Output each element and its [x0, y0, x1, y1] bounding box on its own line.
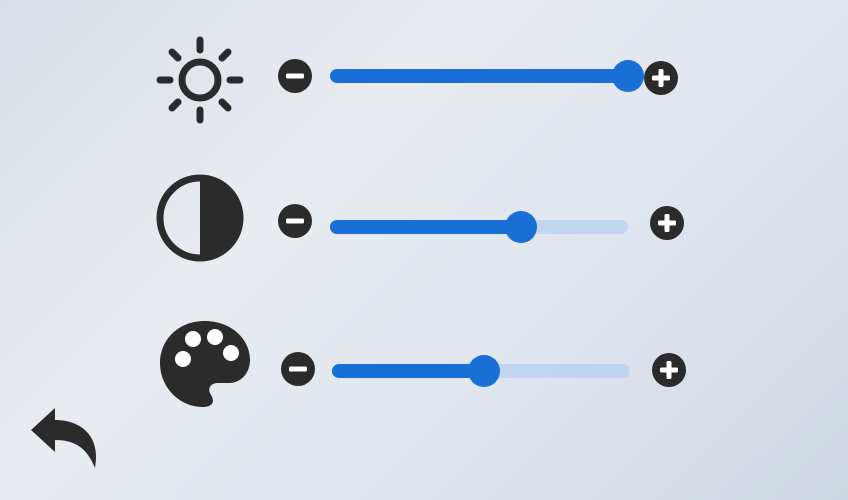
back-button[interactable]	[25, 400, 105, 475]
minus-circle-icon	[278, 204, 312, 238]
contrast-decrease-button[interactable]	[277, 203, 313, 239]
minus-circle-icon	[281, 352, 315, 386]
color-slider[interactable]	[332, 353, 630, 389]
minus-circle-icon	[278, 59, 312, 93]
contrast-increase-button[interactable]	[649, 205, 685, 241]
contrast-slider[interactable]	[330, 209, 628, 245]
plus-circle-icon	[650, 206, 684, 240]
slider-fill	[330, 69, 628, 83]
settings-screen	[0, 0, 848, 500]
color-increase-button[interactable]	[651, 352, 687, 388]
slider-thumb[interactable]	[612, 60, 644, 92]
half-circle-contrast-icon	[150, 168, 250, 268]
slider-fill	[330, 220, 521, 234]
slider-thumb[interactable]	[504, 211, 537, 243]
contrast-row	[0, 160, 848, 280]
brightness-increase-button[interactable]	[643, 60, 679, 96]
plus-circle-icon	[652, 353, 686, 387]
plus-circle-icon	[644, 61, 678, 95]
color-decrease-button[interactable]	[280, 351, 316, 387]
brightness-slider[interactable]	[330, 58, 644, 94]
color-row	[0, 305, 848, 425]
brightness-row	[0, 20, 848, 140]
sun-icon	[150, 30, 250, 130]
undo-arrow-icon	[31, 408, 97, 468]
slider-thumb[interactable]	[467, 355, 500, 387]
brightness-decrease-button[interactable]	[277, 58, 313, 94]
slider-fill	[332, 364, 484, 378]
palette-icon	[155, 313, 255, 413]
